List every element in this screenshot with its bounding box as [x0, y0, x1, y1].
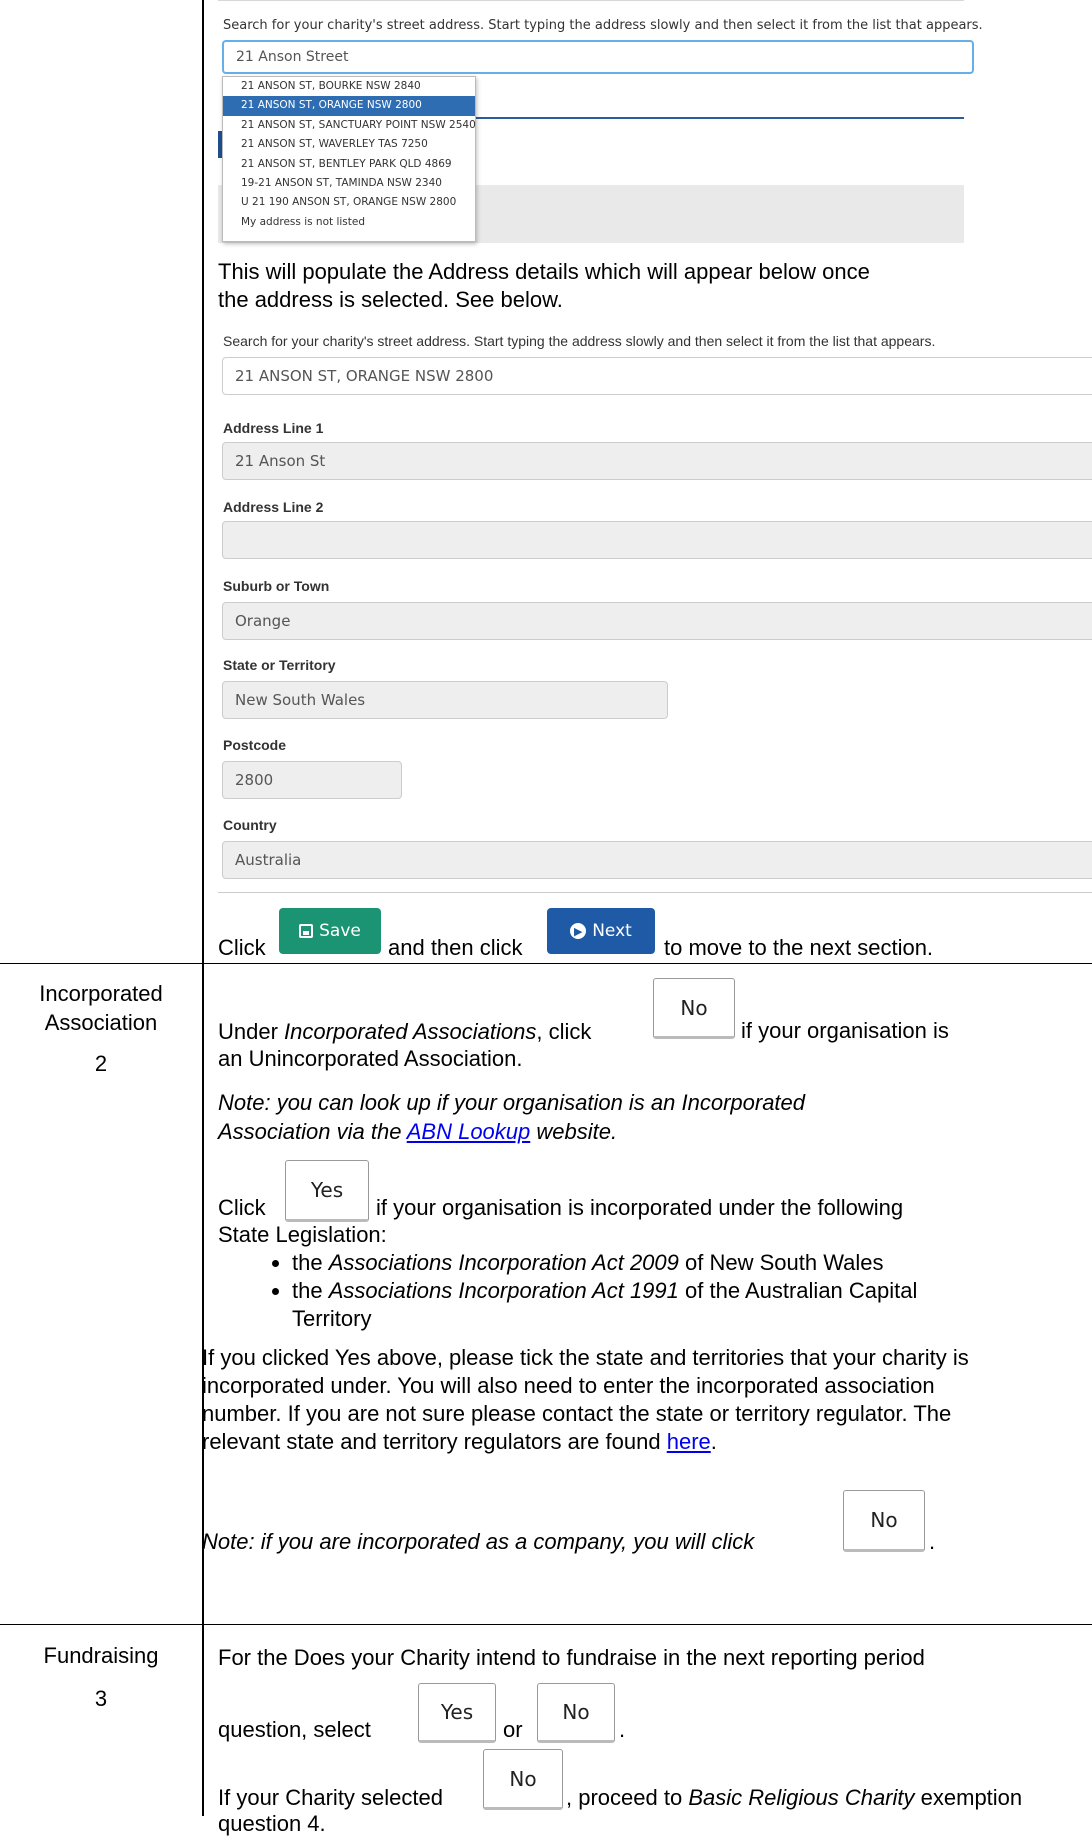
incorporated-row: Incorporated Association 2 Under Incorpo… [0, 964, 1092, 1625]
address-search-input-filled[interactable]: 21 ANSON ST, ORANGE NSW 2800 [222, 357, 1092, 395]
yes-instruction-click: Click [218, 1195, 266, 1220]
heading-line: Association [44, 1010, 158, 1035]
fundraising-row: Fundraising 3 For the Does your Charity … [0, 1625, 1092, 1836]
abn-note: Note: you can look up if your organisati… [218, 1090, 806, 1144]
question-4-text: question 4. [218, 1811, 326, 1836]
yes-button[interactable]: Yes [285, 1160, 369, 1222]
country-label: Country [223, 817, 277, 833]
country-field[interactable]: Australia [222, 841, 1092, 879]
address-suggestion[interactable]: 21 ANSON ST, SANCTUARY POINT NSW 2540 [223, 116, 476, 135]
address-line2-label: Address Line 2 [223, 499, 324, 515]
regulators-here-link[interactable]: here [667, 1429, 711, 1454]
address-suggestion[interactable]: U 21 190 ANSON ST, ORANGE NSW 2800 [223, 193, 475, 212]
then-click-text: and then click [388, 935, 523, 960]
heading-line: Incorporated [39, 981, 163, 1006]
arrow-circle-right-icon: ▶ [570, 923, 587, 939]
address-line1-field[interactable]: 21 Anson St [222, 442, 1092, 480]
fundraising-no-button[interactable]: No [537, 1683, 615, 1743]
state-label: State or Territory [223, 657, 336, 673]
screenshot-divider [474, 117, 964, 119]
instruction-table: Search for your charity's street address… [0, 0, 1092, 1836]
populate-note-line: This will populate the Address details w… [218, 259, 870, 284]
next-button-label: Next [592, 921, 632, 941]
section-number: 3 [94, 1686, 108, 1711]
heading-line: Fundraising [43, 1643, 159, 1668]
fundraise-question: For the Does your Charity intend to fund… [218, 1645, 925, 1670]
address-search-input[interactable]: 21 Anson Street [222, 40, 974, 74]
populate-note: This will populate the Address details w… [218, 258, 1092, 314]
move-next-text: to move to the next section. [664, 935, 934, 960]
no-button-company[interactable]: No [843, 1490, 925, 1552]
fundraising-heading: Fundraising 3 [0, 1641, 202, 1713]
floppy-disk-icon [299, 924, 314, 938]
address-suggestion[interactable]: 21 ANSON ST, WAVERLEY TAS 7250 [223, 135, 475, 154]
fundraising-no-button-2[interactable]: No [483, 1749, 563, 1810]
unincorporated-line-1: if your organisation is [741, 1018, 949, 1043]
save-button[interactable]: Save [279, 908, 381, 954]
postcode-field[interactable]: 2800 [222, 761, 402, 799]
address-suggestion[interactable]: 21 ANSON ST, BOURKE NSW 2840 [223, 77, 475, 96]
period-text: . [619, 1717, 626, 1742]
abn-lookup-link[interactable]: ABN Lookup [407, 1119, 531, 1144]
column-divider [202, 0, 204, 963]
address-suggestion-selected[interactable]: 21 ANSON ST, ORANGE NSW 2800 [223, 96, 475, 116]
address-suggestion[interactable]: 19-21 ANSON ST, TAMINDA NSW 2340 [223, 174, 475, 193]
next-button[interactable]: ▶ Next [547, 908, 655, 954]
screenshot-top-rule [218, 0, 964, 1]
save-button-label: Save [319, 921, 361, 941]
or-text: or [503, 1717, 523, 1742]
state-field[interactable]: New South Wales [222, 681, 668, 719]
screenshot-bottom-rule [218, 892, 1092, 893]
company-note: Note: if you are incorporated as a compa… [202, 1529, 755, 1554]
address-search-prompt-2: Search for your charity's street address… [223, 333, 936, 349]
if-selected-text: If your Charity selected [218, 1785, 443, 1810]
legislation-item: the Associations Incorporation Act 1991 … [292, 1277, 1088, 1333]
save-next-instruction: Click [218, 935, 266, 961]
address-line2-field[interactable] [222, 521, 1092, 559]
click-text: Click [218, 935, 266, 960]
address-search-prompt: Search for your charity's street address… [223, 18, 983, 33]
yes-instruction-text: if your organisation is incorporated und… [376, 1195, 904, 1220]
proceed-text: , proceed to Basic Religious Charity exe… [566, 1785, 1023, 1810]
populate-note-line: the address is selected. See below. [218, 287, 563, 312]
postcode-label: Postcode [223, 737, 287, 753]
section-number: 2 [94, 1051, 108, 1076]
suburb-label: Suburb or Town [223, 578, 330, 594]
state-legislation: State Legislation: [218, 1222, 387, 1247]
column-divider [202, 1625, 204, 1816]
company-note-period: . [929, 1529, 936, 1554]
address-not-listed-option[interactable]: My address is not listed [223, 213, 475, 232]
incorporated-heading: Incorporated Association 2 [0, 979, 202, 1078]
question-select-text: question, select [218, 1717, 371, 1742]
fundraising-yes-button[interactable]: Yes [418, 1683, 496, 1743]
no-button[interactable]: No [653, 978, 735, 1039]
suburb-field[interactable]: Orange [222, 602, 1092, 640]
legislation-item: the Associations Incorporation Act 2009 … [292, 1249, 1088, 1277]
legislation-list: the Associations Incorporation Act 2009 … [218, 1249, 1088, 1333]
address-suggestion[interactable]: 21 ANSON ST, BENTLEY PARK QLD 4869 [223, 155, 475, 174]
column-divider [202, 964, 204, 1624]
tick-instruction: If you clicked Yes above, please tick th… [202, 1345, 969, 1454]
unincorporated-line-2: an Unincorporated Association. [218, 1046, 523, 1071]
address-suggestion-dropdown[interactable]: 21 ANSON ST, BOURKE NSW 2840 21 ANSON ST… [222, 76, 476, 242]
address-row: Search for your charity's street address… [0, 0, 1092, 964]
no-instruction: Under Incorporated Associations, click [218, 1019, 592, 1044]
address-line1-label: Address Line 1 [223, 420, 324, 436]
